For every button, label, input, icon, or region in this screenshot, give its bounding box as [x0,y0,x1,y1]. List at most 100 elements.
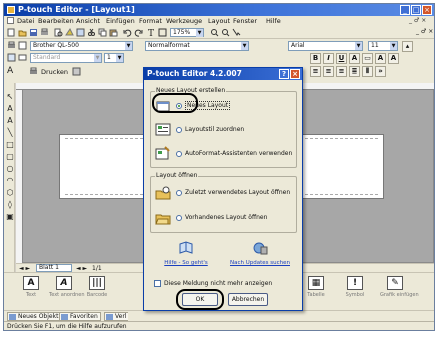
palette-graphic[interactable]: ✎ Grafik einfügen [380,276,419,298]
help-icon[interactable]: ? [279,69,289,79]
drucken-icon[interactable] [29,67,38,76]
paper-icon[interactable] [18,41,27,50]
open-icon[interactable] [18,28,27,37]
option-autoformat[interactable]: AutoFormat-Assistenten verwenden [155,145,293,163]
font-select[interactable]: Arial ▼ [288,41,363,51]
radio-open-recent[interactable] [176,190,182,196]
copy-icon[interactable] [98,28,107,37]
maximize-button[interactable]: □ [411,5,421,15]
align-center-button[interactable]: ≡ [323,66,334,77]
zoom-combobox[interactable]: 175% ▼ [170,28,204,37]
print-button[interactable]: Drucken [41,68,68,76]
subscript-button[interactable]: A [388,53,399,64]
orientation-icon[interactable] [18,53,27,62]
option-open-existing[interactable]: Vorhandenes Layout öffnen [155,209,293,227]
new-object-tab[interactable]: Neues Objekt [7,312,62,321]
frame-button[interactable]: ▭ [362,53,373,64]
menu-hilfe[interactable]: Hilfe [266,17,281,25]
vertical-text-button[interactable]: ⫴ [362,66,373,77]
help-pointer-icon[interactable] [232,28,241,37]
printer-icon[interactable] [7,41,16,50]
polygon-icon[interactable]: ⬡ [6,189,14,197]
redo-icon[interactable] [134,28,143,37]
vertical-text-icon[interactable]: A [6,117,14,125]
document-icon[interactable] [7,17,14,24]
undo-icon[interactable] [123,28,132,37]
menu-ansicht[interactable]: Ansicht [76,17,100,25]
other-tab[interactable]: Verl [104,312,129,321]
text-effect-button[interactable]: A [349,53,360,64]
menu-datei[interactable]: Datei [17,17,34,25]
option-open-recent[interactable]: Zuletzt verwendetes Layout öffnen [155,184,293,202]
radio-assign-style[interactable] [176,127,182,133]
close-button[interactable]: × [422,5,432,15]
mdi-window-controls[interactable]: _ ♂ × [409,17,426,24]
superscript-button[interactable]: A [375,53,386,64]
zoom-out-icon[interactable] [221,28,230,37]
sheet-nav-icon[interactable]: ◄ ► [19,265,30,272]
help-howto-link[interactable]: Hilfe - So geht's [154,240,218,266]
layout-style-icon[interactable] [7,53,16,62]
favorites-tab[interactable]: Favoriten [59,312,101,321]
new-icon[interactable] [7,28,16,37]
zoom-in-icon[interactable] [210,28,219,37]
bold-button[interactable]: B [310,53,321,64]
pointer-icon[interactable]: ↖ [6,93,14,101]
printer-select[interactable]: Brother QL-500 ▼ [30,41,133,51]
print-icon[interactable] [40,28,49,37]
palette-text[interactable]: A Text [16,276,46,298]
tape-width-select[interactable]: 1 ▼ [104,53,124,63]
palette-barcode[interactable]: ||| Barcode [82,276,112,298]
menu-fenster[interactable]: Fenster [233,17,257,25]
auto-fit-icon[interactable]: A [7,65,16,74]
text-draw-icon[interactable]: A [6,105,14,113]
align-right-button[interactable]: ≡ [336,66,347,77]
minimize-button[interactable]: _ [400,5,410,15]
rounded-rect-icon[interactable]: ▢ [6,153,14,161]
palette-table[interactable]: ▦ Tabelle [301,276,331,298]
text-tool-icon[interactable]: T [147,28,156,37]
rectangle-icon[interactable]: □ [6,141,14,149]
page-nav-icon[interactable]: ◄ ► [76,265,87,272]
paste-icon[interactable] [109,28,118,37]
menu-bearbeiten[interactable]: Bearbeiten [38,17,74,25]
printer-setup-icon[interactable] [65,28,74,37]
palette-symbol[interactable]: ! Symbol [340,276,370,298]
option-assign-style[interactable]: Layoutstil zuordnen [155,121,293,139]
font-grow-icon[interactable]: ▴ [402,41,413,52]
toolbar-window-controls[interactable]: _ ♂ × [416,28,433,35]
check-updates-link[interactable]: Nach Updates suchen [228,240,292,266]
underline-button[interactable]: U [336,53,347,64]
more-options-button[interactable]: » [375,66,386,77]
check-updates-text: Nach Updates suchen [229,260,290,266]
sheet-tab[interactable]: Blatt 1 [36,264,72,272]
print-preview-icon[interactable] [54,28,63,37]
spellcheck-icon[interactable] [76,28,85,37]
frame-tool-icon[interactable] [158,28,167,37]
dialog-close-icon[interactable]: × [290,69,300,79]
arc-icon[interactable]: ◠ [6,177,14,185]
radio-open-existing[interactable] [176,215,182,221]
dont-show-checkbox[interactable] [154,280,161,287]
menu-werkzeuge[interactable]: Werkzeuge [166,17,202,25]
frame-draw-icon[interactable]: ▣ [6,213,14,221]
radio-autoformat[interactable] [176,151,182,157]
ellipse-icon[interactable]: ○ [6,165,14,173]
cancel-button[interactable]: Abbrechen [228,293,268,306]
menu-einfuegen[interactable]: Einfügen [106,17,135,25]
freehand-icon[interactable]: ◊ [6,201,14,209]
font-size-select[interactable]: 11 ▼ [368,41,398,51]
palette-text-arrange[interactable]: A Text anordnen [49,276,85,298]
italic-button[interactable]: I [323,53,334,64]
menu-format[interactable]: Format [139,17,162,25]
arrange-text-icon: A [56,276,72,290]
cut-icon[interactable] [87,28,96,37]
tape-select[interactable]: Standard ▼ [30,53,102,63]
justify-button[interactable]: ≣ [349,66,360,77]
menu-layout[interactable]: Layout [208,17,230,25]
print-options-icon[interactable] [72,67,81,76]
line-icon[interactable]: ╲ [6,129,14,137]
save-icon[interactable] [29,28,38,37]
align-left-button[interactable]: ≡ [310,66,321,77]
style-select[interactable]: Normalformat ▼ [145,41,249,51]
